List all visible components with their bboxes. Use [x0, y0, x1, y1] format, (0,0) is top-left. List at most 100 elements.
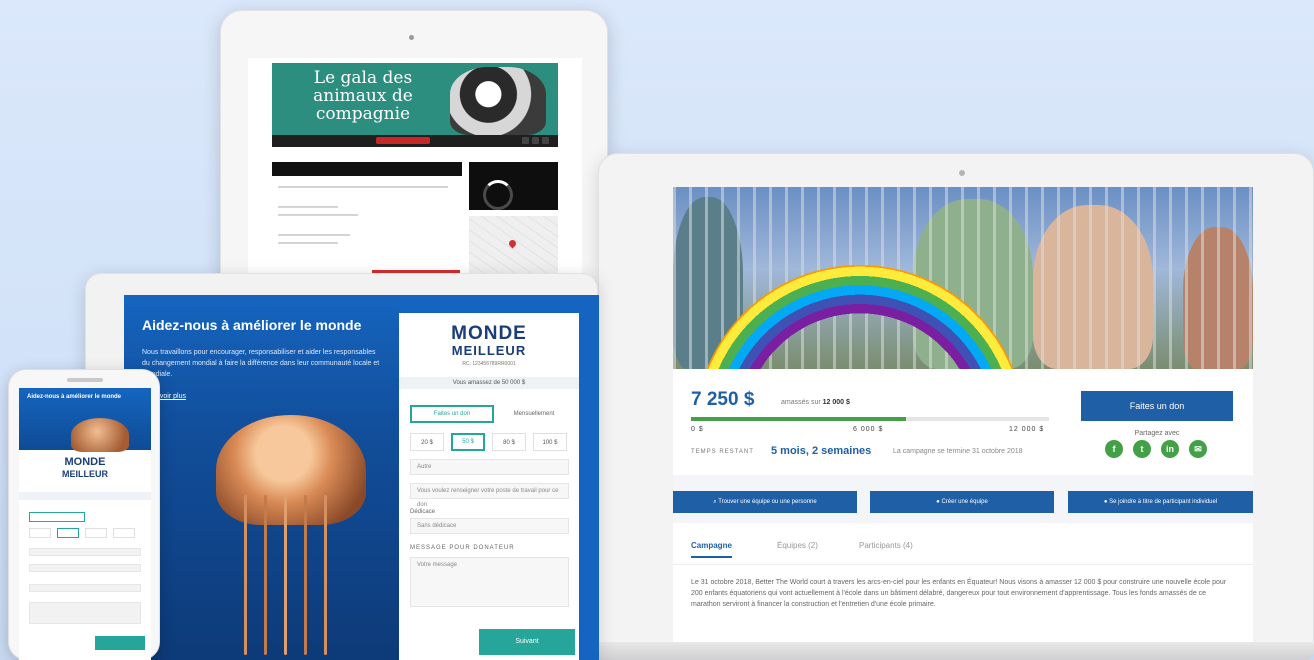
campaign-hero-image	[673, 187, 1253, 369]
phone-amount-option[interactable]	[57, 528, 79, 538]
message-label: MESSAGE POUR DONATEUR	[410, 545, 515, 551]
gala-cta-button[interactable]	[376, 137, 430, 144]
phone-amount-option[interactable]	[85, 528, 107, 538]
donation-panel: 7 250 $ amassés sur 12 000 $ 0 $ 6 000 $…	[673, 369, 1253, 475]
create-team-button[interactable]: ● Créer une équipe	[870, 491, 1054, 513]
logo-line-2: MEILLEUR	[451, 343, 527, 358]
linkedin-icon[interactable]: in	[1161, 440, 1179, 458]
twitter-icon[interactable]: t	[1133, 440, 1151, 458]
tablet-camera	[409, 35, 414, 40]
jellyfish-image	[71, 418, 129, 452]
donation-page: Aidez-nous à améliorer le monde Nous tra…	[124, 295, 599, 660]
map-pin-icon	[507, 238, 518, 249]
share-icon[interactable]	[522, 137, 529, 144]
pet-photo	[450, 67, 546, 135]
jellyfish-tentacle	[284, 495, 287, 655]
share-label: Partagez avec	[1134, 430, 1180, 437]
jellyfish-tentacle	[324, 495, 327, 655]
amount-option[interactable]: 80 $	[492, 433, 526, 451]
gala-ticket-form	[272, 162, 462, 282]
jellyfish-tentacle	[304, 495, 307, 655]
message-textarea[interactable]: Votre message	[410, 557, 569, 607]
other-amount-input[interactable]: Autre	[410, 459, 569, 475]
amount-option[interactable]: 50 $	[451, 433, 485, 451]
time-left-value: 5 mois, 2 semaines	[771, 445, 872, 457]
tablet-screen: Le gala des animaux de compagnie	[248, 58, 582, 290]
laptop-device: 7 250 $ amassés sur 12 000 $ 0 $ 6 000 $…	[598, 153, 1314, 647]
share-icon[interactable]	[542, 137, 549, 144]
form-line	[278, 242, 338, 244]
facebook-icon[interactable]: f	[1105, 440, 1123, 458]
phone-screen: Aidez-nous à améliorer le monde MONDE ME…	[19, 388, 151, 660]
action-bar: ⌕ Trouver une équipe ou une personne ● C…	[673, 475, 1253, 523]
amount-option[interactable]: 100 $	[533, 433, 567, 451]
form-line	[278, 214, 358, 216]
tab-campaign[interactable]: Campagne	[691, 541, 732, 558]
phone-message-input[interactable]	[29, 602, 141, 624]
phone-hero: Aidez-nous à améliorer le monde	[19, 388, 151, 452]
dedicate-select[interactable]: Sans dédicace	[410, 518, 569, 534]
join-individual-label: Se joindre à titre de participant indivi…	[1109, 499, 1218, 505]
middle-device: Aidez-nous à améliorer le monde Nous tra…	[85, 273, 599, 660]
form-line	[278, 234, 350, 236]
form-line	[278, 206, 338, 208]
jellyfish-tentacle	[264, 495, 267, 655]
donate-button[interactable]: Faites un don	[1081, 391, 1233, 421]
time-left-label: TEMPS RESTANT	[691, 449, 754, 455]
goal-prefix: amassés sur	[781, 399, 821, 406]
comment-input[interactable]: Vous voulez renseigner votre poste de tr…	[410, 483, 569, 508]
tab-participants[interactable]: Participants (4)	[859, 541, 913, 550]
phone-form-note	[19, 492, 151, 500]
progress-tick: 0 $	[691, 426, 704, 433]
campaign-story: Le 31 octobre 2018, Better The World cou…	[691, 579, 1227, 608]
ocean-background: Aidez-nous à améliorer le monde Nous tra…	[124, 295, 399, 660]
one-time-option[interactable]: Faites un don	[410, 405, 494, 423]
progress-bar	[691, 417, 1049, 421]
hero-text: Nous travaillons pour encourager, respon…	[142, 349, 380, 378]
end-date: La campagne se termine 31 octobre 2018	[893, 448, 1023, 455]
phone-amount-option[interactable]	[113, 528, 135, 538]
phone-hero-title: Aidez-nous à améliorer le monde	[27, 394, 122, 400]
jellyfish-tentacle	[244, 495, 247, 655]
logo-line-1: MONDE	[451, 323, 527, 344]
phone-input[interactable]	[29, 584, 141, 592]
tab-teams[interactable]: Équipes (2)	[777, 541, 818, 550]
gala-nav	[272, 135, 558, 147]
gala-stats-panel	[469, 162, 558, 210]
campaign-page: 7 250 $ amassés sur 12 000 $ 0 $ 6 000 $…	[673, 187, 1253, 647]
goal-amount: 12 000 $	[822, 399, 850, 406]
form-line	[278, 186, 448, 188]
campaign-tabs: Campagne Équipes (2) Participants (4)	[673, 529, 1253, 565]
progress-tick: 6 000 $	[853, 426, 884, 433]
form-header	[272, 162, 462, 176]
phone-input[interactable]	[29, 548, 141, 556]
form-note: Vous amassez de 50 000 $	[399, 377, 579, 389]
email-icon[interactable]: ✉	[1189, 440, 1207, 458]
laptop-base	[515, 642, 1314, 660]
find-team-label: Trouver une équipe ou une personne	[718, 499, 817, 505]
next-button[interactable]: Suivant	[479, 629, 575, 655]
phone-amount-option[interactable]	[29, 528, 51, 538]
gauge-icon	[483, 180, 513, 210]
share-icon[interactable]	[532, 137, 539, 144]
gala-title: Le gala des animaux de compagnie	[313, 68, 413, 124]
phone-next-button[interactable]	[95, 636, 145, 650]
phone-input[interactable]	[29, 564, 141, 572]
amount-option[interactable]: 20 $	[410, 433, 444, 451]
dedicate-label: Dédicace	[410, 509, 436, 515]
find-team-button[interactable]: ⌕ Trouver une équipe ou une personne	[673, 491, 857, 513]
tablet-device: Le gala des animaux de compagnie	[220, 10, 608, 302]
monthly-option[interactable]: Mensuellement	[499, 405, 569, 423]
laptop-camera	[959, 170, 965, 176]
goal-text: amassés sur 12 000 $	[781, 399, 850, 406]
join-individual-button[interactable]: ● Se joindre à titre de participant indi…	[1068, 491, 1253, 513]
phone-one-time-option[interactable]	[29, 512, 85, 522]
jellyfish-image	[216, 415, 366, 525]
donation-form: MONDE MEILLEUR RC: 123456789RR0001 Vous …	[399, 313, 579, 660]
raised-amount: 7 250 $	[691, 389, 755, 410]
phone-logo-line-2: MEILLEUR	[62, 469, 108, 479]
phone-speaker	[67, 378, 103, 382]
hero-title: Aidez-nous à améliorer le monde	[142, 317, 362, 333]
create-team-label: Créer une équipe	[941, 499, 988, 505]
logo-tagline: RC: 123456789RR0001	[462, 361, 516, 367]
